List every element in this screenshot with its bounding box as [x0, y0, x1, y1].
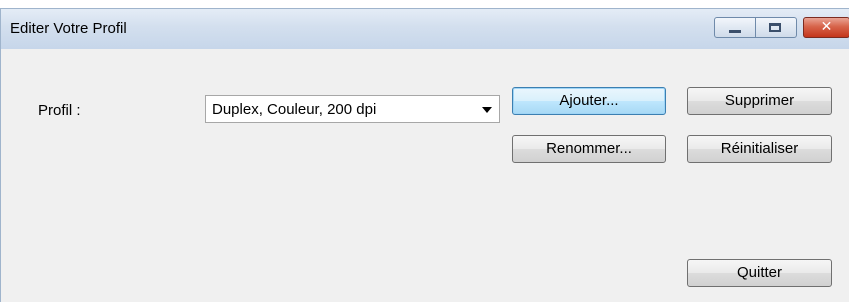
profile-label: Profil :: [38, 102, 81, 119]
maximize-button[interactable]: [756, 17, 797, 38]
window-title: Editer Votre Profil: [10, 20, 127, 37]
quit-button[interactable]: Quitter: [687, 259, 832, 287]
maximize-icon: [769, 23, 781, 32]
chevron-down-icon[interactable]: [482, 107, 492, 113]
minimize-icon: [729, 30, 741, 33]
profile-select-value: Duplex, Couleur, 200 dpi: [212, 101, 377, 118]
add-button[interactable]: Ajouter...: [512, 87, 666, 115]
delete-button[interactable]: Supprimer: [687, 87, 832, 115]
close-icon: ✕: [820, 19, 833, 35]
rename-button[interactable]: Renommer...: [512, 135, 666, 163]
minimize-button[interactable]: [714, 17, 756, 38]
reset-button[interactable]: Réinitialiser: [687, 135, 832, 163]
dialog-window: Editer Votre Profil ✕ Profil : Duplex, C…: [0, 8, 849, 302]
close-button[interactable]: ✕: [803, 17, 849, 38]
profile-select[interactable]: Duplex, Couleur, 200 dpi: [205, 95, 500, 123]
title-bar[interactable]: Editer Votre Profil ✕: [1, 9, 849, 49]
